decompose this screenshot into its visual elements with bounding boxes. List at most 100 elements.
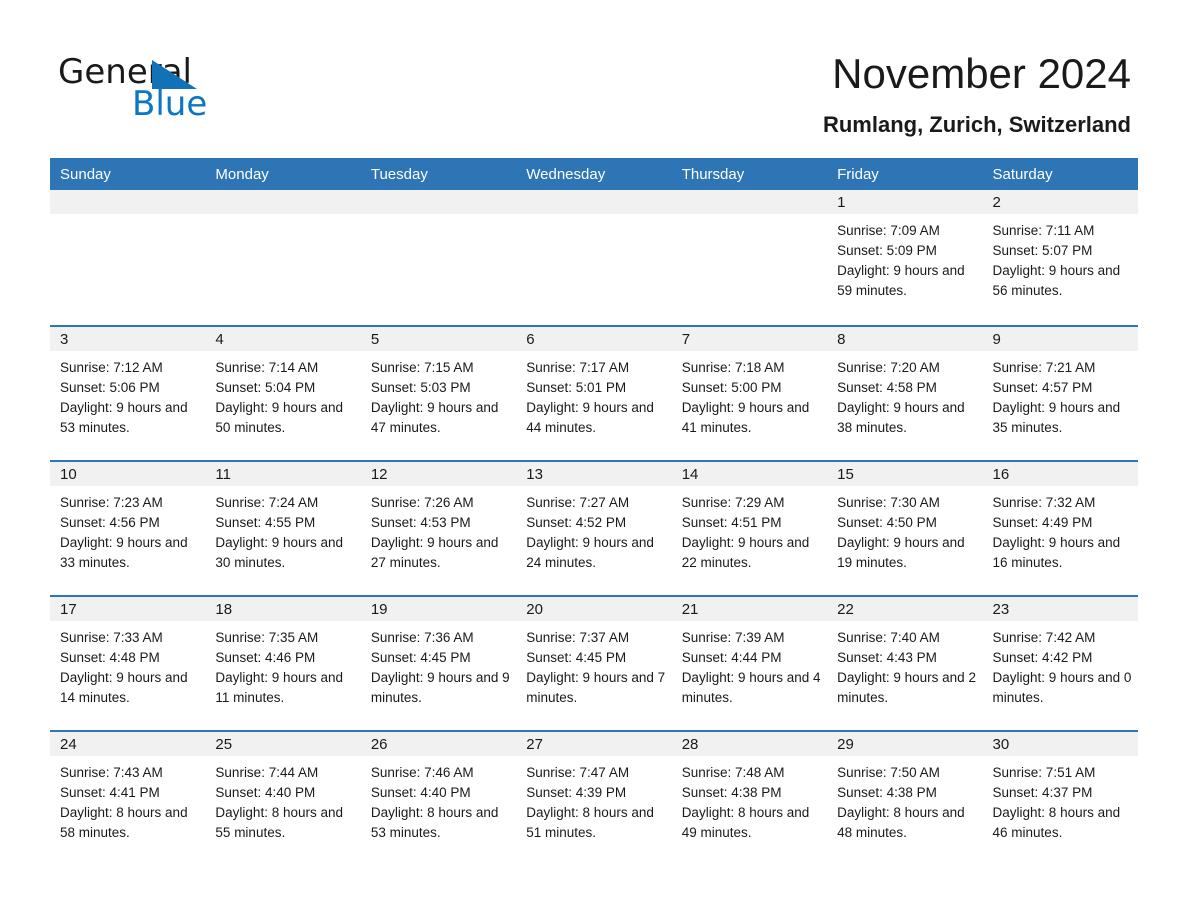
day-number: 17 <box>50 597 206 621</box>
calendar-day-cell[interactable]: 11 Sunrise: 7:24 AM Sunset: 4:55 PM Dayligh… <box>205 460 361 596</box>
sunrise-text: Sunrise: 7:43 AM <box>60 765 163 780</box>
daylight-text: Daylight: 9 hours and 24 minutes. <box>526 535 654 570</box>
weekday-header-friday: Friday <box>827 158 983 190</box>
calendar-day-cell[interactable]: 25 Sunrise: 7:44 AM Sunset: 4:40 PM Dayligh… <box>205 730 361 865</box>
calendar-day-cell[interactable]: 13 Sunrise: 7:27 AM Sunset: 4:52 PM Dayligh… <box>516 460 672 596</box>
day-number: 15 <box>827 462 983 486</box>
calendar-day-cell[interactable]: 1 Sunrise: 7:09 AM Sunset: 5:09 PM Daylight… <box>827 190 983 326</box>
weekday-header-thursday: Thursday <box>671 158 828 190</box>
day-number: 21 <box>671 597 828 621</box>
calendar-day-cell[interactable]: 28 Sunrise: 7:48 AM Sunset: 4:38 PM Dayligh… <box>671 730 828 865</box>
sunrise-text: Sunrise: 7:21 AM <box>992 360 1096 375</box>
sunset-text: Sunset: 5:01 PM <box>526 380 627 395</box>
weekday-header-tuesday: Tuesday <box>360 158 517 190</box>
calendar-day-cell[interactable]: 15 Sunrise: 7:30 AM Sunset: 4:50 PM Dayligh… <box>827 460 983 596</box>
daylight-text: Daylight: 9 hours and 27 minutes. <box>370 535 499 570</box>
sunset-text: Sunset: 5:09 PM <box>837 243 937 258</box>
day-number: 13 <box>516 462 672 486</box>
calendar-day-cell[interactable]: 4 Sunrise: 7:14 AM Sunset: 5:04 PM Daylight… <box>205 325 361 461</box>
calendar-page: General Blue November 2024 Rumlang, Zuri… <box>0 0 1188 918</box>
sunrise-text: Sunrise: 7:17 AM <box>526 360 630 375</box>
weekday-header-monday: Monday <box>205 158 361 190</box>
sunset-text: Sunset: 4:45 PM <box>370 650 471 665</box>
calendar-day-cell[interactable]: 21 Sunrise: 7:39 AM Sunset: 4:44 PM Dayligh… <box>671 595 828 731</box>
sunrise-text: Sunrise: 7:14 AM <box>215 360 319 375</box>
calendar-day-cell[interactable]: 8 Sunrise: 7:20 AM Sunset: 4:58 PM Daylight… <box>827 325 983 461</box>
day-number: 30 <box>982 732 1138 756</box>
daylight-text: Daylight: 8 hours and 51 minutes. <box>526 805 654 840</box>
calendar-day-cell[interactable]: 3 Sunrise: 7:12 AM Sunset: 5:06 PM Daylight… <box>50 325 206 461</box>
day-number <box>360 190 517 214</box>
day-number: 28 <box>671 732 828 756</box>
day-details: Sunrise: 7:44 AM Sunset: 4:40 PM Daylight:… <box>205 756 360 843</box>
sunrise-text: Sunrise: 7:42 AM <box>992 630 1096 645</box>
calendar-day-cell[interactable]: 16 Sunrise: 7:32 AM Sunset: 4:49 PM Dayligh… <box>982 460 1138 596</box>
calendar-week-row: 10 Sunrise: 7:23 AM Sunset: 4:56 PM Dayligh… <box>50 460 1138 596</box>
calendar-day-cell[interactable]: 30 Sunrise: 7:51 AM Sunset: 4:37 PM Dayligh… <box>982 730 1138 865</box>
day-number: 14 <box>671 462 828 486</box>
sunrise-text: Sunrise: 7:24 AM <box>215 495 319 510</box>
daylight-text: Daylight: 9 hours and 7 minutes. <box>526 670 666 705</box>
title-block: November 2024 Rumlang, Zurich, Switzerla… <box>823 48 1131 140</box>
calendar-day-cell[interactable]: 2 Sunrise: 7:11 AM Sunset: 5:07 PM Daylight… <box>982 190 1138 326</box>
day-number: 25 <box>205 732 361 756</box>
calendar-day-cell[interactable]: 10 Sunrise: 7:23 AM Sunset: 4:56 PM Dayligh… <box>50 460 206 596</box>
sunrise-text: Sunrise: 7:37 AM <box>526 630 630 645</box>
calendar-day-cell[interactable]: 20 Sunrise: 7:37 AM Sunset: 4:45 PM Dayligh… <box>516 595 672 731</box>
calendar-day-cell[interactable]: 27 Sunrise: 7:47 AM Sunset: 4:39 PM Dayligh… <box>516 730 672 865</box>
day-details: Sunrise: 7:21 AM Sunset: 4:57 PM Daylight:… <box>983 351 1138 438</box>
day-number <box>205 190 361 214</box>
daylight-text: Daylight: 9 hours and 50 minutes. <box>215 400 343 435</box>
day-details: Sunrise: 7:29 AM Sunset: 4:51 PM Daylight:… <box>672 486 827 573</box>
daylight-text: Daylight: 9 hours and 47 minutes. <box>370 400 499 435</box>
sunset-text: Sunset: 4:49 PM <box>992 515 1093 530</box>
day-details: Sunrise: 7:17 AM Sunset: 5:01 PM Daylight:… <box>516 351 671 438</box>
calendar-day-cell[interactable]: 23 Sunrise: 7:42 AM Sunset: 4:42 PM Dayligh… <box>982 595 1138 731</box>
daylight-text: Daylight: 9 hours and 2 minutes. <box>837 670 976 705</box>
calendar-day-cell[interactable]: 14 Sunrise: 7:29 AM Sunset: 4:51 PM Dayligh… <box>671 460 828 596</box>
day-number: 2 <box>982 190 1138 214</box>
daylight-text: Daylight: 9 hours and 19 minutes. <box>837 535 965 570</box>
day-details: Sunrise: 7:12 AM Sunset: 5:06 PM Daylight:… <box>50 351 205 438</box>
day-number: 20 <box>516 597 672 621</box>
weekday-header-sunday: Sunday <box>50 158 206 190</box>
sunset-text: Sunset: 4:38 PM <box>681 785 782 800</box>
sunset-text: Sunset: 5:06 PM <box>60 380 160 395</box>
calendar-day-cell[interactable]: 6 Sunrise: 7:17 AM Sunset: 5:01 PM Daylight… <box>516 325 672 461</box>
day-number: 5 <box>360 327 517 351</box>
calendar-day-cell[interactable]: 29 Sunrise: 7:50 AM Sunset: 4:38 PM Dayligh… <box>827 730 983 865</box>
calendar-day-cell[interactable]: 7 Sunrise: 7:18 AM Sunset: 5:00 PM Daylight… <box>671 325 828 461</box>
calendar-day-cell[interactable]: 17 Sunrise: 7:33 AM Sunset: 4:48 PM Dayligh… <box>50 595 206 731</box>
day-details: Sunrise: 7:47 AM Sunset: 4:39 PM Daylight:… <box>516 756 671 843</box>
daylight-text: Daylight: 9 hours and 0 minutes. <box>992 670 1132 705</box>
sunset-text: Sunset: 4:44 PM <box>681 650 782 665</box>
daylight-text: Daylight: 9 hours and 56 minutes. <box>992 263 1121 298</box>
sunrise-text: Sunrise: 7:47 AM <box>526 765 630 780</box>
sunrise-text: Sunrise: 7:44 AM <box>215 765 319 780</box>
sunset-text: Sunset: 4:57 PM <box>992 380 1093 395</box>
day-number: 11 <box>205 462 361 486</box>
calendar-day-cell[interactable]: 22 Sunrise: 7:40 AM Sunset: 4:43 PM Dayligh… <box>827 595 983 731</box>
calendar-day-cell[interactable]: 18 Sunrise: 7:35 AM Sunset: 4:46 PM Dayligh… <box>205 595 361 731</box>
calendar-day-cell-empty <box>205 190 361 326</box>
day-details: Sunrise: 7:11 AM Sunset: 5:07 PM Daylight:… <box>983 214 1138 301</box>
day-number: 24 <box>50 732 206 756</box>
calendar-day-cell[interactable]: 5 Sunrise: 7:15 AM Sunset: 5:03 PM Daylight… <box>360 325 517 461</box>
sunrise-text: Sunrise: 7:12 AM <box>60 360 163 375</box>
calendar-day-cell[interactable]: 12 Sunrise: 7:26 AM Sunset: 4:53 PM Dayligh… <box>360 460 517 596</box>
calendar-day-cell[interactable]: 26 Sunrise: 7:46 AM Sunset: 4:40 PM Dayligh… <box>360 730 517 865</box>
day-number: 4 <box>205 327 361 351</box>
calendar-day-cell[interactable]: 19 Sunrise: 7:36 AM Sunset: 4:45 PM Dayligh… <box>360 595 517 731</box>
calendar-day-cell[interactable]: 24 Sunrise: 7:43 AM Sunset: 4:41 PM Dayligh… <box>50 730 206 865</box>
day-number <box>516 190 672 214</box>
day-number <box>671 190 828 214</box>
daylight-text: Daylight: 9 hours and 14 minutes. <box>60 670 188 705</box>
daylight-text: Daylight: 9 hours and 11 minutes. <box>215 670 343 705</box>
sunrise-text: Sunrise: 7:32 AM <box>992 495 1096 510</box>
calendar-day-cell-empty <box>671 190 828 326</box>
day-number: 8 <box>827 327 983 351</box>
sunrise-text: Sunrise: 7:48 AM <box>681 765 785 780</box>
calendar-day-cell[interactable]: 9 Sunrise: 7:21 AM Sunset: 4:57 PM Daylight… <box>982 325 1138 461</box>
sunrise-text: Sunrise: 7:20 AM <box>837 360 940 375</box>
sunrise-text: Sunrise: 7:29 AM <box>681 495 785 510</box>
